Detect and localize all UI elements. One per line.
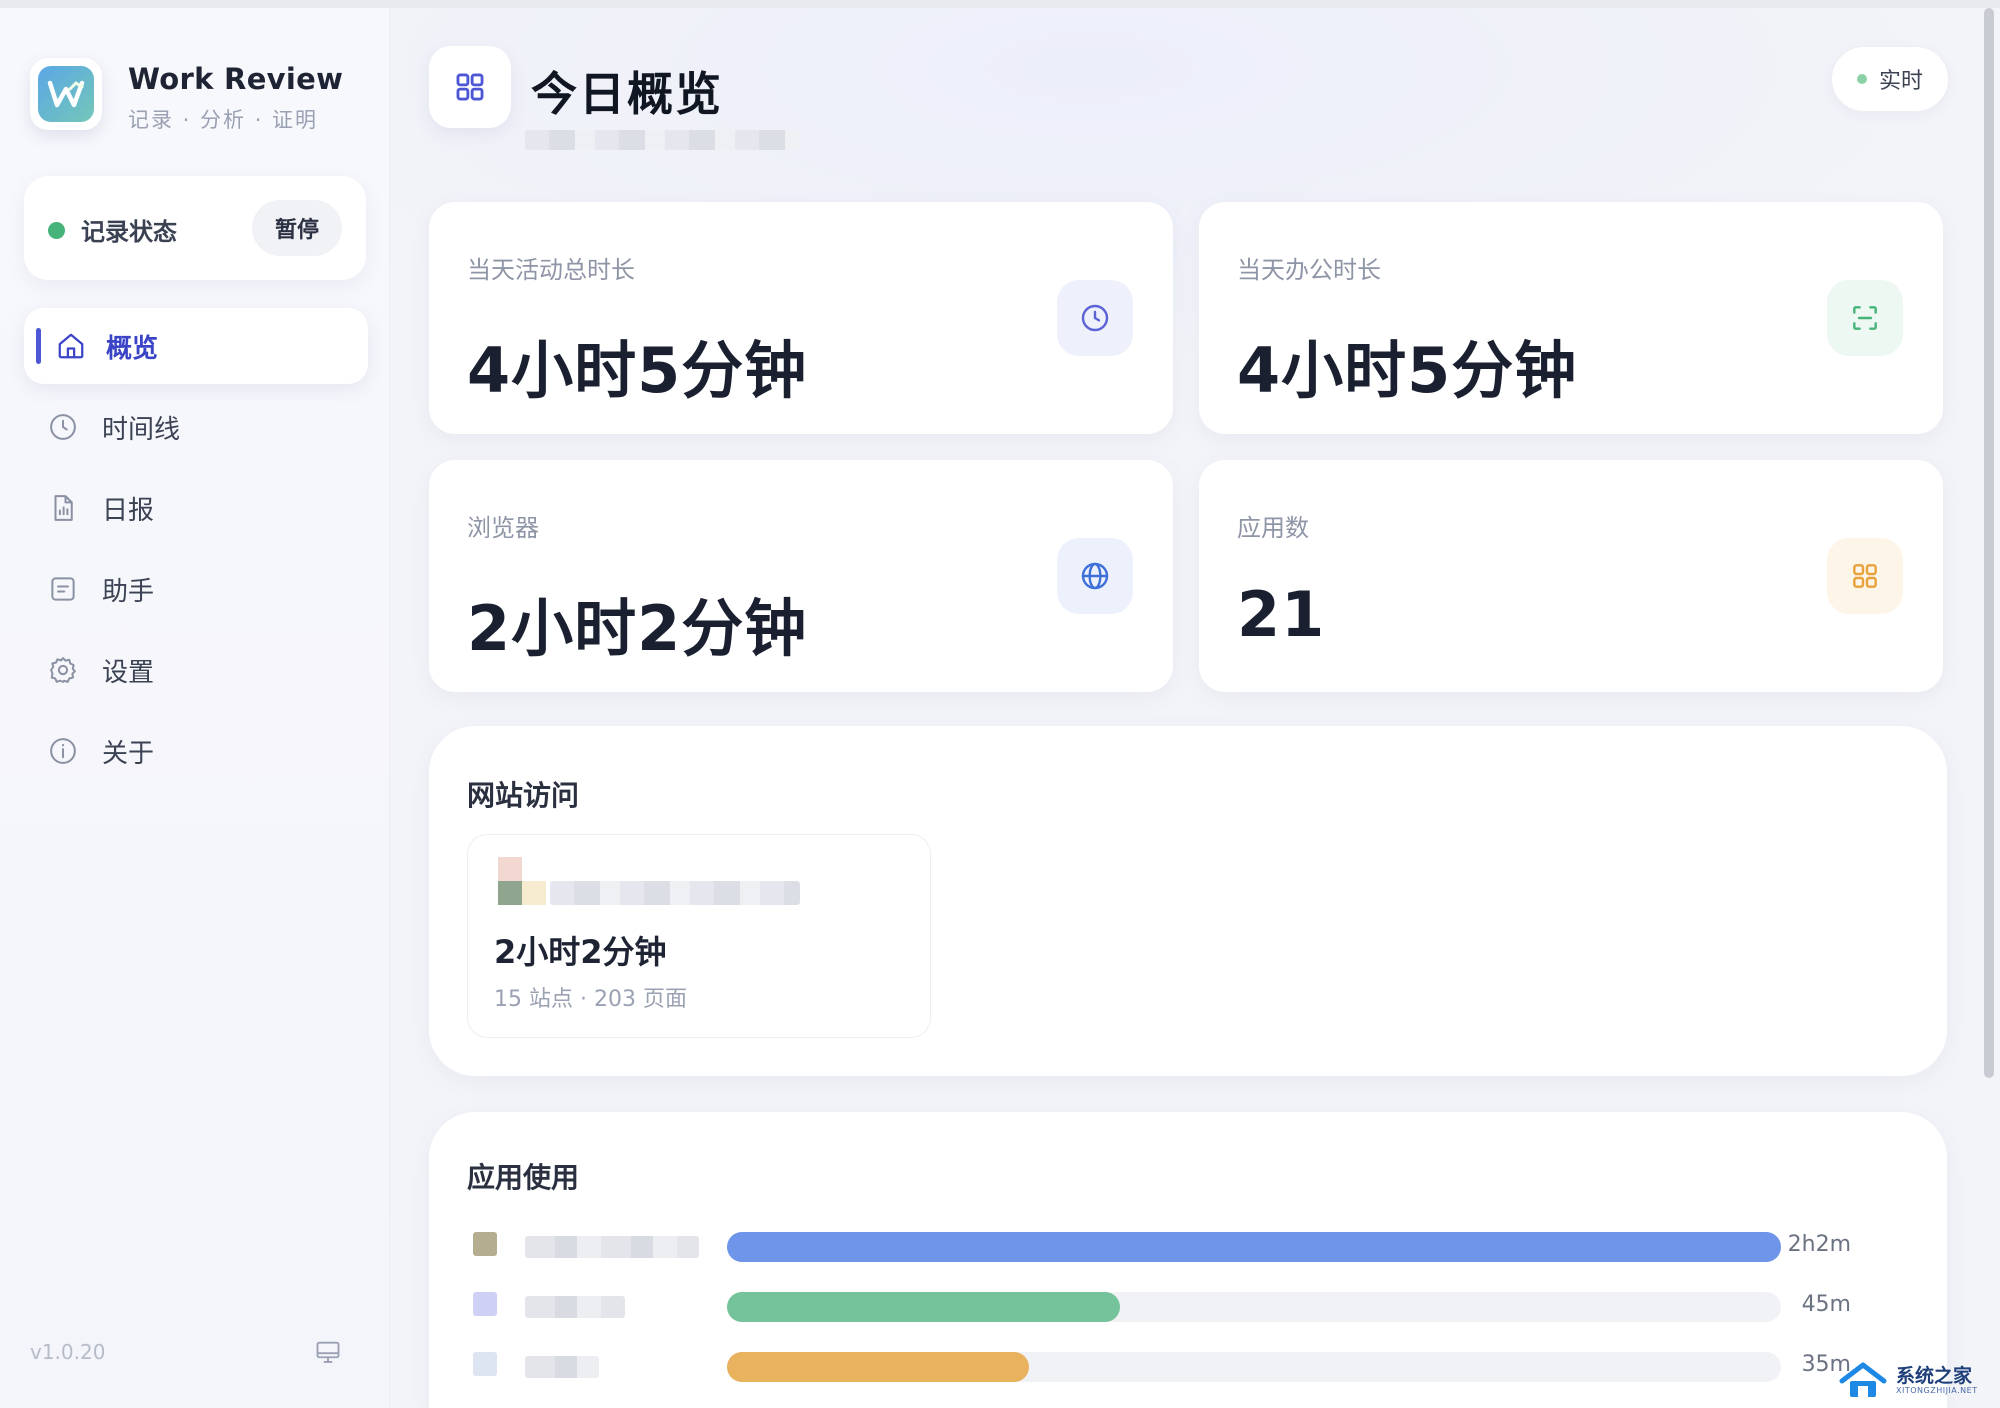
site-favicon bbox=[498, 857, 522, 905]
assistant-icon bbox=[46, 572, 80, 606]
monitor-icon[interactable] bbox=[314, 1338, 342, 1366]
app-usage-row[interactable]: 2h2m bbox=[429, 1228, 1947, 1268]
app-usage-row[interactable]: 35m bbox=[429, 1348, 1947, 1388]
stat-value: 4小时5分钟 bbox=[467, 334, 808, 407]
gear-icon bbox=[46, 653, 80, 687]
clock-icon bbox=[1057, 280, 1133, 356]
usage-track bbox=[727, 1352, 1781, 1382]
app-name-redacted bbox=[525, 1356, 599, 1378]
live-label: 实时 bbox=[1878, 69, 1923, 94]
main-content: 今日概览 实时 当天活动总时长 4小时5分钟 当天办公时长 4小时5分钟 浏览器… bbox=[391, 8, 1981, 1408]
stat-card-office-time: 当天办公时长 4小时5分钟 bbox=[1199, 202, 1943, 434]
recording-status-dot bbox=[48, 222, 65, 239]
app-tagline: 记录 · 分析 · 证明 bbox=[128, 108, 319, 132]
nav-item-settings[interactable]: 设置 bbox=[24, 632, 368, 708]
nav-item-about[interactable]: 关于 bbox=[24, 713, 368, 789]
stat-value: 2小时2分钟 bbox=[467, 592, 808, 665]
app-usage-row[interactable]: 45m bbox=[429, 1288, 1947, 1328]
logo-w-icon bbox=[47, 80, 85, 108]
stat-label: 当天活动总时长 bbox=[467, 256, 635, 284]
stat-value: 21 bbox=[1237, 578, 1326, 651]
website-total-time: 2小时2分钟 bbox=[494, 933, 667, 971]
usage-bar bbox=[727, 1292, 1121, 1322]
globe-icon bbox=[1057, 538, 1133, 614]
nav-label: 设置 bbox=[102, 657, 155, 688]
info-icon bbox=[46, 734, 80, 768]
recording-status-card: 记录状态 暂停 bbox=[24, 176, 366, 280]
app-usage-section: 应用使用 2h2m 45m 35m bbox=[429, 1112, 1947, 1408]
nav-item-daily-report[interactable]: 日报 bbox=[24, 470, 368, 546]
app-icon bbox=[473, 1232, 497, 1256]
app-icon bbox=[473, 1352, 497, 1376]
nav-label: 关于 bbox=[102, 738, 155, 769]
report-icon bbox=[46, 491, 80, 525]
usage-bar bbox=[727, 1352, 1030, 1382]
watermark-logo: 系统之家 XITONGZHIJIA.NET bbox=[1838, 1358, 1998, 1404]
page-title: 今日概览 bbox=[531, 67, 723, 121]
live-toggle[interactable]: 实时 bbox=[1831, 46, 1949, 112]
grid-icon bbox=[1827, 538, 1903, 614]
section-title: 网站访问 bbox=[467, 779, 580, 812]
nav-label: 时间线 bbox=[102, 414, 181, 445]
pause-button[interactable]: 暂停 bbox=[252, 200, 342, 256]
stat-card-app-count: 应用数 21 bbox=[1199, 460, 1943, 692]
watermark-text: 系统之家 bbox=[1896, 1365, 1973, 1387]
stat-label: 应用数 bbox=[1237, 514, 1309, 542]
date-redacted bbox=[525, 130, 801, 150]
stat-card-total-activity: 当天活动总时长 4小时5分钟 bbox=[429, 202, 1173, 434]
site-favicon-part bbox=[522, 881, 546, 905]
house-icon bbox=[1839, 1362, 1887, 1397]
sidebar: Work Review 记录 · 分析 · 证明 记录状态 暂停 概览 时间线 … bbox=[0, 8, 390, 1408]
usage-duration: 2h2m bbox=[1787, 1232, 1851, 1257]
stat-value: 4小时5分钟 bbox=[1237, 334, 1578, 407]
home-icon bbox=[54, 329, 88, 363]
usage-track bbox=[727, 1232, 1781, 1262]
usage-bar bbox=[727, 1232, 1781, 1262]
app-icon bbox=[473, 1292, 497, 1316]
nav-label: 概览 bbox=[106, 333, 159, 364]
app-version: v1.0.20 bbox=[30, 1340, 106, 1364]
nav-item-assistant[interactable]: 助手 bbox=[24, 551, 368, 627]
grid-icon bbox=[429, 46, 511, 128]
main-scrollbar[interactable] bbox=[1984, 8, 1994, 1078]
website-summary-card[interactable]: 2小时2分钟 15 站点 · 203 页面 bbox=[467, 834, 931, 1038]
section-title: 应用使用 bbox=[467, 1161, 580, 1194]
nav-label: 日报 bbox=[102, 495, 155, 526]
app-name: Work Review bbox=[128, 62, 344, 96]
live-dot bbox=[1856, 74, 1867, 84]
stat-label: 当天办公时长 bbox=[1237, 256, 1381, 284]
usage-duration: 45m bbox=[1801, 1292, 1851, 1317]
nav-item-overview[interactable]: 概览 bbox=[24, 308, 368, 384]
website-stats: 15 站点 · 203 页面 bbox=[494, 987, 687, 1012]
nav-item-timeline[interactable]: 时间线 bbox=[24, 389, 368, 465]
app-name-redacted bbox=[525, 1236, 699, 1258]
stat-label: 浏览器 bbox=[467, 514, 539, 542]
clock-icon bbox=[46, 410, 80, 444]
website-visits-section: 网站访问 2小时2分钟 15 站点 · 203 页面 bbox=[429, 726, 1947, 1076]
window-top-edge bbox=[0, 0, 2000, 8]
watermark-subtext: XITONGZHIJIA.NET bbox=[1896, 1386, 1978, 1395]
stat-card-browser: 浏览器 2小时2分钟 bbox=[429, 460, 1173, 692]
recording-status-label: 记录状态 bbox=[81, 218, 177, 246]
usage-track bbox=[727, 1292, 1781, 1322]
main-nav: 概览 时间线 日报 助手 设置 关于 bbox=[24, 308, 368, 794]
site-name-redacted bbox=[550, 881, 800, 905]
nav-label: 助手 bbox=[102, 576, 155, 607]
app-usage-row[interactable] bbox=[429, 1404, 1947, 1408]
scan-icon bbox=[1827, 280, 1903, 356]
app-name-redacted bbox=[525, 1296, 625, 1318]
app-logo bbox=[30, 58, 102, 130]
